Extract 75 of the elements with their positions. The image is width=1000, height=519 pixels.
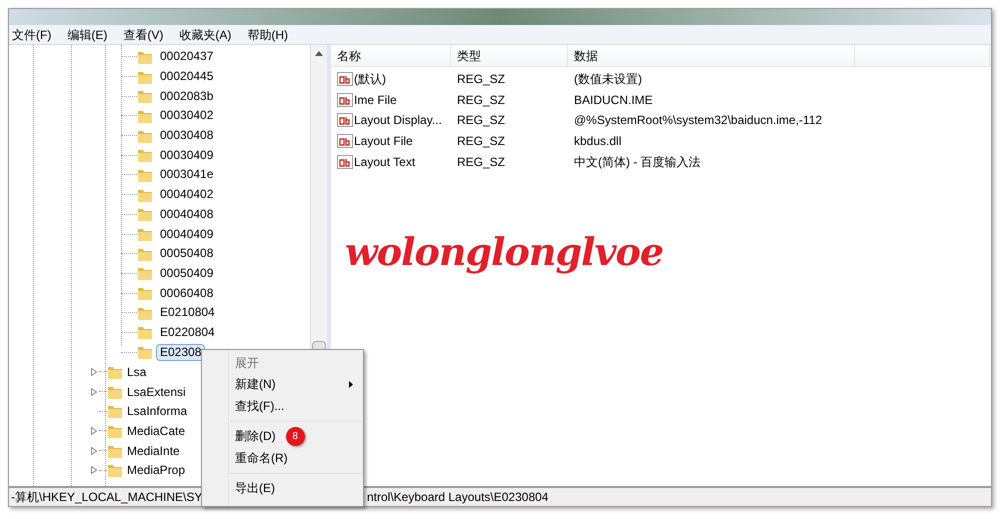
tree-item[interactable]: 00030402	[156, 107, 218, 124]
table-cell-text: (数值未设置)	[573, 71, 643, 88]
expand-icon[interactable]	[91, 426, 97, 435]
string-value-icon	[337, 71, 353, 88]
column-header[interactable]: 名称	[331, 45, 451, 66]
column-header[interactable]: 数据	[568, 45, 855, 66]
folder-icon	[137, 344, 153, 360]
menu-item[interactable]: 删除(D)	[235, 427, 276, 446]
table-cell-text: REG_SZ	[456, 112, 506, 130]
status-path: -算机\HKEY_LOCAL_MACHINE\SY	[11, 489, 202, 506]
string-value-icon	[337, 154, 353, 170]
tree-item[interactable]: 00060408	[156, 284, 218, 302]
expand-icon[interactable]	[91, 466, 97, 474]
folder-icon	[137, 206, 153, 222]
table-cell-text: BAIDUCN.IME	[573, 92, 654, 109]
tree-item[interactable]: 00020445	[156, 68, 218, 86]
tree-item[interactable]: 00050409	[156, 264, 218, 282]
table-cell-text: REG_SZ	[456, 133, 506, 150]
tree-item[interactable]: Lsa	[126, 362, 148, 381]
column-header[interactable]: 类型	[451, 45, 568, 66]
tree-item[interactable]: 00050408	[156, 245, 218, 262]
table-cell-text: kbdus.dll	[573, 133, 622, 150]
tree-item[interactable]: 00040408	[156, 206, 218, 223]
tree-item[interactable]: LsaExtensi	[126, 382, 187, 401]
tree-item[interactable]: MediaCate	[126, 422, 186, 440]
tree-item[interactable]: E02308	[156, 344, 206, 361]
menu-item[interactable]: 文件(F)	[9, 26, 60, 44]
folder-icon	[137, 324, 153, 340]
tree-item[interactable]: E0220804	[156, 324, 219, 341]
folder-icon	[137, 226, 153, 242]
table-cell-text: Ime File	[354, 92, 397, 109]
table-cell-text: @%SystemRoot%\system32\baiducn.ime,-112	[573, 112, 824, 130]
step-badge: 8	[286, 426, 305, 446]
tree-item[interactable]: 00030408	[156, 127, 218, 144]
table-cell-text: (默认)	[354, 71, 386, 88]
expand-icon[interactable]	[91, 446, 97, 455]
folder-icon	[137, 88, 153, 104]
tree-item[interactable]: 0003041e	[156, 166, 218, 184]
string-value-icon	[337, 133, 353, 150]
folder-icon	[107, 403, 123, 420]
tree-item[interactable]: E0210804	[156, 304, 219, 322]
tree-item[interactable]: 00020437	[156, 48, 218, 66]
tree-item[interactable]: 0002083b	[156, 88, 218, 105]
signature-text: wolonglonglvoe	[345, 228, 664, 276]
menu-item[interactable]: 查看(V)	[115, 26, 172, 44]
table-cell-text: 中文(简体) - 百度输入法	[573, 154, 702, 171]
table-cell-text: REG_SZ	[456, 92, 506, 109]
menu-item[interactable]: 导出(E)	[235, 479, 275, 498]
menu-item[interactable]: 查找(F)...	[235, 396, 284, 415]
tree-item[interactable]: 00040402	[156, 186, 218, 204]
folder-icon	[137, 147, 153, 164]
folder-icon	[137, 265, 153, 282]
menu-item[interactable]: 新建(N)	[235, 375, 276, 394]
tree-item[interactable]: MediaProp	[126, 461, 186, 480]
expand-icon[interactable]	[91, 368, 97, 376]
menu-item[interactable]: 重命名(R)	[235, 448, 288, 467]
table-cell-text: Layout Display...	[354, 112, 442, 130]
tree-item[interactable]: MediaInte	[126, 442, 181, 460]
folder-icon	[137, 285, 153, 302]
tree-item[interactable]: LsaInforma	[126, 402, 188, 420]
folder-icon	[107, 462, 123, 478]
scroll-up-icon[interactable]	[315, 51, 323, 56]
table-cell-text: Layout Text	[354, 154, 416, 171]
menu-item[interactable]: 帮助(H)	[239, 26, 296, 44]
string-value-icon	[337, 112, 353, 128]
status-path: ntrol\Keyboard Layouts\E0230804	[367, 489, 548, 506]
table-cell-text: REG_SZ	[456, 154, 506, 171]
table-cell-text: Layout File	[354, 133, 413, 150]
string-value-icon	[337, 92, 353, 108]
menu-item[interactable]: 编辑(E)	[59, 26, 116, 44]
table-cell-text: REG_SZ	[456, 71, 506, 88]
expand-icon[interactable]	[91, 388, 97, 396]
tree-item[interactable]: 00040409	[156, 226, 218, 243]
tree-item[interactable]: 00030409	[156, 146, 218, 164]
menu-item[interactable]: 收藏夹(A)	[171, 26, 240, 44]
